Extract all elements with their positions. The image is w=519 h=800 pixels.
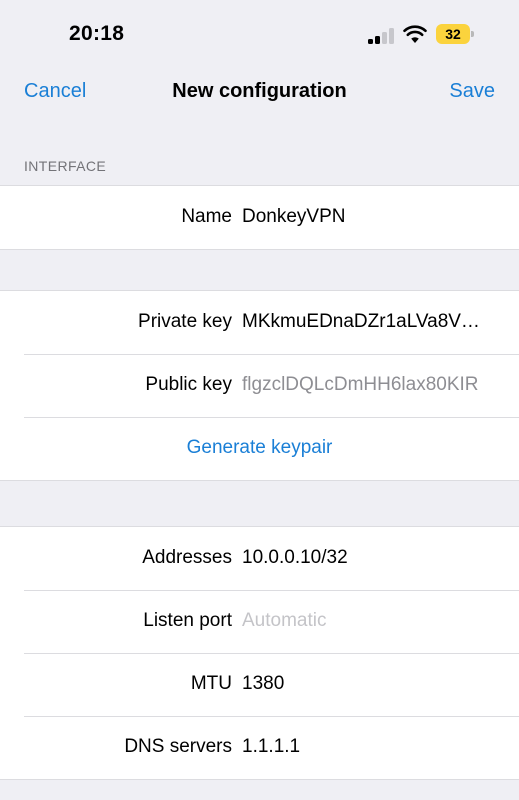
dns-servers-label: DNS servers <box>124 736 232 757</box>
listen-port-row[interactable]: Listen port Automatic <box>0 590 519 653</box>
name-field[interactable]: DonkeyVPN <box>242 206 495 228</box>
mtu-label: MTU <box>190 673 232 694</box>
mtu-row[interactable]: MTU 1380 <box>0 653 519 716</box>
public-key-row: Public key flgzclDQLcDmHH6lax80KIR <box>0 354 519 417</box>
name-row[interactable]: Name DonkeyVPN <box>0 186 519 249</box>
generate-keypair-row[interactable]: Generate keypair <box>0 417 519 480</box>
signal-icon <box>368 26 396 44</box>
addresses-label: Addresses <box>142 547 232 568</box>
wifi-icon <box>403 25 427 43</box>
dns-servers-field[interactable]: 1.1.1.1 <box>242 736 495 758</box>
status-time: 20:18 <box>69 22 125 45</box>
dns-servers-row[interactable]: DNS servers 1.1.1.1 <box>0 716 519 779</box>
page-title: New configuration <box>172 80 347 102</box>
generate-keypair-button[interactable]: Generate keypair <box>0 437 519 459</box>
private-key-row[interactable]: Private key MKkmuEDnaDZr1aLVa8V… <box>0 291 519 354</box>
addresses-field[interactable]: 10.0.0.10/32 <box>242 547 495 569</box>
battery-level: 32 <box>436 24 470 44</box>
listen-port-field[interactable]: Automatic <box>242 610 495 632</box>
screen: 20:18 32 Cancel New configuration Save I… <box>0 0 519 800</box>
section-header-interface: INTERFACE <box>24 158 107 174</box>
name-group: Name DonkeyVPN <box>0 185 519 250</box>
private-key-field[interactable]: MKkmuEDnaDZr1aLVa8V… <box>242 311 495 333</box>
public-key-label: Public key <box>145 374 232 395</box>
battery-tip <box>471 31 474 37</box>
public-key-value: flgzclDQLcDmHH6lax80KIR <box>242 374 479 395</box>
status-bar: 20:18 32 <box>0 0 519 62</box>
keys-group: Private key MKkmuEDnaDZr1aLVa8V… Public … <box>0 290 519 481</box>
nav-bar: Cancel New configuration Save <box>0 62 519 122</box>
mtu-field[interactable]: 1380 <box>242 673 495 695</box>
save-button[interactable]: Save <box>449 80 495 103</box>
name-label: Name <box>181 206 232 227</box>
private-key-label: Private key <box>138 311 232 332</box>
addresses-row[interactable]: Addresses 10.0.0.10/32 <box>0 527 519 590</box>
listen-port-label: Listen port <box>143 610 232 631</box>
battery-icon: 32 <box>436 24 474 44</box>
network-group: Addresses 10.0.0.10/32 Listen port Autom… <box>0 526 519 780</box>
